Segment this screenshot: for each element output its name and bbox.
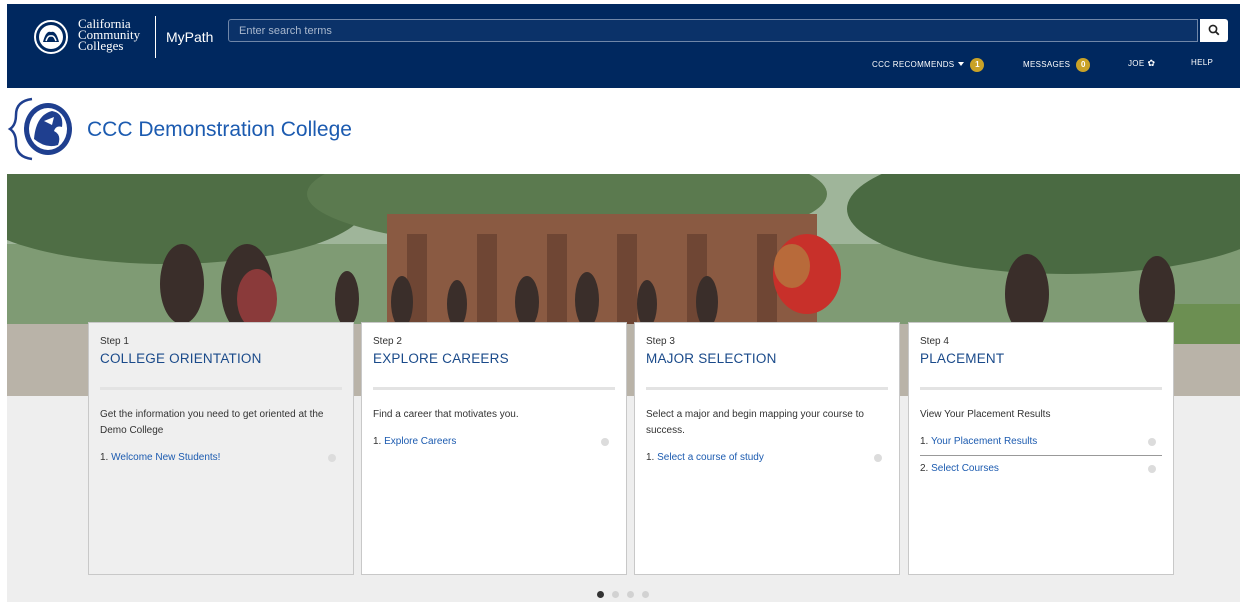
college-mascot-logo	[7, 97, 72, 161]
task-item: 1. Your Placement Results	[920, 435, 1162, 455]
app-name[interactable]: MyPath	[166, 29, 213, 45]
task-status-dot	[601, 438, 609, 446]
carousel-dot-4[interactable]	[642, 591, 649, 598]
messages-link[interactable]: MESSAGES 0	[1023, 58, 1091, 72]
search-icon	[1208, 24, 1220, 36]
carousel-pagination	[597, 585, 657, 598]
step-card-3[interactable]: Step 3 MAJOR SELECTION Select a major an…	[634, 322, 900, 575]
task-status-dot	[1148, 438, 1156, 446]
task-status-dot	[1148, 465, 1156, 473]
task-link-explore-careers[interactable]: Explore Careers	[384, 436, 456, 447]
task-status-dot	[874, 454, 882, 462]
ccc-seal-icon	[34, 20, 68, 54]
recommends-count-badge: 1	[970, 58, 985, 72]
ccc-logo-text: California Community Colleges	[78, 16, 141, 53]
task-number: 1.	[100, 452, 109, 463]
step-title[interactable]: COLLEGE ORIENTATION	[100, 351, 342, 367]
step-title[interactable]: EXPLORE CAREERS	[373, 351, 615, 367]
step-description: Get the information you need to get orie…	[100, 409, 324, 436]
step-label: Step 4	[920, 336, 949, 347]
messages-count-badge: 0	[1076, 58, 1091, 72]
task-number: 1.	[920, 436, 929, 447]
college-name: CCC Demonstration College	[87, 118, 352, 141]
step-title[interactable]: MAJOR SELECTION	[646, 351, 888, 367]
task-link-select-courses[interactable]: Select Courses	[931, 463, 999, 474]
step-card-4[interactable]: Step 4 PLACEMENT View Your Placement Res…	[908, 322, 1174, 575]
task-item: 1. Explore Careers	[373, 435, 615, 455]
step-title[interactable]: PLACEMENT	[920, 351, 1162, 367]
task-number: 1.	[373, 436, 382, 447]
task-link-welcome[interactable]: Welcome New Students!	[111, 452, 220, 463]
ccc-recommends-label: CCC RECOMMENDS	[872, 60, 955, 70]
help-link[interactable]: HELP	[1191, 58, 1213, 67]
chevron-down-icon	[958, 62, 965, 67]
step-label: Step 1	[100, 336, 129, 347]
search-input[interactable]	[228, 19, 1198, 42]
task-item: 2. Select Courses	[920, 455, 1162, 482]
step-divider	[100, 387, 342, 390]
step-divider	[920, 387, 1162, 390]
user-menu[interactable]: JOE ✿	[1128, 58, 1155, 69]
task-item: 1. Welcome New Students!	[100, 451, 342, 471]
task-link-placement-results[interactable]: Your Placement Results	[931, 436, 1037, 447]
step-label: Step 2	[373, 336, 402, 347]
ccc-recommends-menu[interactable]: CCC RECOMMENDS 1	[872, 58, 985, 72]
carousel-dot-2[interactable]	[612, 591, 619, 598]
gear-icon: ✿	[1147, 58, 1156, 68]
search-button[interactable]	[1200, 19, 1228, 42]
task-number: 1.	[646, 452, 655, 463]
messages-label: MESSAGES	[1023, 60, 1071, 70]
logo-divider	[155, 16, 156, 58]
task-link-select-course[interactable]: Select a course of study	[657, 452, 764, 463]
step-description: Select a major and begin mapping your co…	[646, 409, 864, 436]
step-description: Find a career that motivates you.	[373, 409, 519, 420]
carousel-dot-1[interactable]	[597, 591, 604, 598]
step-card-1[interactable]: Step 1 COLLEGE ORIENTATION Get the infor…	[88, 322, 354, 575]
user-name: JOE	[1128, 59, 1145, 68]
task-number: 2.	[920, 463, 929, 474]
task-status-dot	[328, 454, 336, 462]
carousel-dot-3[interactable]	[627, 591, 634, 598]
step-divider	[646, 387, 888, 390]
task-item: 1. Select a course of study	[646, 451, 888, 471]
step-card-2[interactable]: Step 2 EXPLORE CAREERS Find a career tha…	[361, 322, 627, 575]
step-label: Step 3	[646, 336, 675, 347]
top-nav-bar: California Community Colleges MyPath CCC…	[7, 4, 1240, 88]
step-divider	[373, 387, 615, 390]
step-description: View Your Placement Results	[920, 409, 1051, 420]
